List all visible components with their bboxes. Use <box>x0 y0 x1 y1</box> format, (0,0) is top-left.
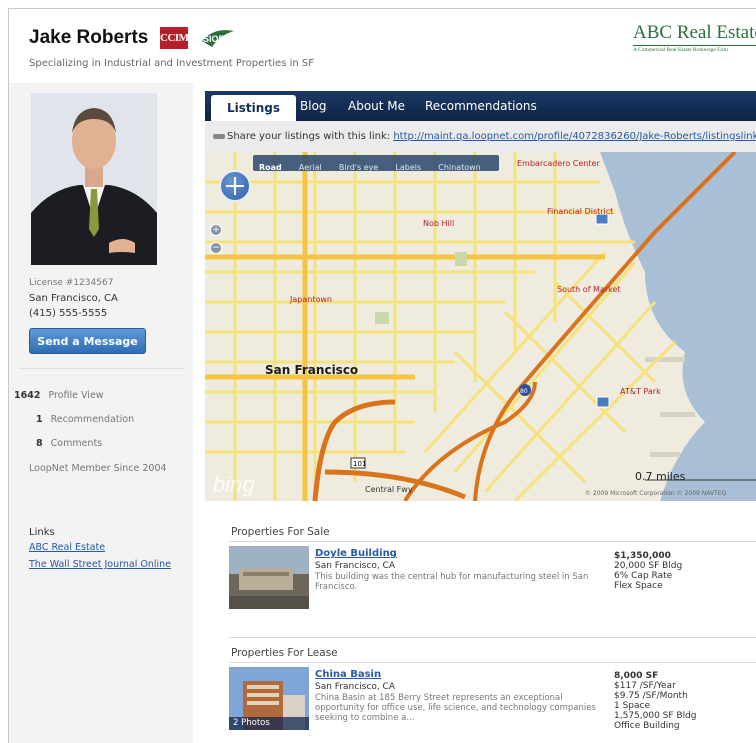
doyle-building-description: This building was the central hub for ma… <box>315 572 589 592</box>
china-basin-facts: 8,000 SF $117 /SF/Year $9.75 /SF/Month 1… <box>614 671 697 731</box>
company-logo[interactable]: ABC Real Estate, Inc. A Commercial Real … <box>633 22 756 53</box>
link-abc-real-estate[interactable]: ABC Real Estate <box>29 542 105 553</box>
tab-recommendations[interactable]: Recommendations <box>425 91 537 121</box>
photos-count-badge: 2 Photos <box>229 717 309 730</box>
comments-count: 8 <box>36 438 43 449</box>
map-copyright: © 2009 Microsoft Corporation © 2009 NAVT… <box>585 490 727 497</box>
china-basin-description: China Basin at 185 Berry Street represen… <box>315 693 596 723</box>
ccim-badge-icon: CCIM <box>160 27 189 49</box>
china-basin-rate-month: $9.75 /SF/Month <box>614 691 688 701</box>
tab-blog[interactable]: Blog <box>300 91 327 121</box>
profile-views-count: 1642 <box>14 390 41 401</box>
map-label-embarcadero: Embarcadero Center <box>517 159 600 168</box>
share-text: Share your listings with this link: <box>227 131 391 142</box>
map-view-toolbar: Road Aerial Bird's eye Labels Chinatown <box>253 155 499 172</box>
china-basin-spaces: 1 Space <box>614 701 651 711</box>
sidebar-divider <box>19 368 184 369</box>
doyle-building-link[interactable]: Doyle Building <box>315 548 397 559</box>
map-label-south-of-market: South of Market <box>557 285 621 294</box>
map-pan-compass-icon[interactable] <box>219 170 251 202</box>
map-mode-road[interactable]: Road <box>259 163 282 172</box>
map-label-central-fwy: Central Fwy <box>365 485 413 494</box>
agent-phone: (415) 555-5555 <box>29 308 108 319</box>
china-basin-bldg-size: 1,575,000 SF Bldg <box>614 711 697 721</box>
svg-text:80: 80 <box>520 388 528 395</box>
for-sale-heading: Properties For Sale <box>231 526 330 538</box>
china-basin-city: San Francisco, CA <box>315 682 395 692</box>
recommendations-stat: 1 Recommendation <box>36 414 134 425</box>
china-basin-type: Office Building <box>614 721 680 731</box>
agent-tagline: Specializing in Industrial and Investmen… <box>29 58 314 69</box>
tab-about-me[interactable]: About Me <box>348 91 405 121</box>
company-logo-subtext: A Commercial Real Estate Brokerage Firm <box>633 45 756 53</box>
doyle-building-city: San Francisco, CA <box>315 561 395 571</box>
link-wall-street-journal[interactable]: The Wall Street Journal Online <box>29 559 171 570</box>
agent-photo <box>31 93 157 265</box>
agent-name: Jake Roberts <box>29 27 149 48</box>
doyle-building-cap-rate: 6% Cap Rate <box>614 571 673 581</box>
profile-page: Jake Roberts CCIM SIOR Specializing in I… <box>8 8 756 743</box>
for-lease-top-divider <box>229 637 756 638</box>
for-sale-divider <box>229 541 756 542</box>
comments-label: Comments <box>50 438 103 449</box>
map-label-japantown: Japantown <box>289 295 332 304</box>
map-canvas[interactable]: 101 80 San Francisco Embarcadero Center … <box>205 152 756 501</box>
share-icon <box>213 133 225 139</box>
doyle-building-size: 20,000 SF Bldg <box>614 561 683 571</box>
china-basin-photo[interactable]: 2 Photos <box>229 667 309 730</box>
map-mode-chinatown[interactable]: Chinatown <box>438 163 481 172</box>
for-lease-divider <box>229 662 756 663</box>
tab-listings[interactable]: Listings <box>211 95 297 121</box>
recommendations-count: 1 <box>36 414 43 425</box>
license-number: License #1234567 <box>29 278 114 288</box>
for-lease-heading: Properties For Lease <box>231 647 338 659</box>
sior-badge-icon: SIOR <box>202 30 234 47</box>
doyle-building-type: Flex Space <box>614 581 663 591</box>
map-mode-birds-eye[interactable]: Bird's eye <box>339 163 378 172</box>
zoom-in-icon[interactable]: + <box>210 224 222 236</box>
map-scale: 0.7 miles <box>635 470 686 483</box>
map-label-nob-hill: Nob Hill <box>423 219 454 228</box>
map-label-san-francisco: San Francisco <box>265 363 358 377</box>
map-mode-labels[interactable]: Labels <box>395 163 421 172</box>
map-label-att-park: AT&T Park <box>620 387 661 396</box>
map-label-financial-district: Financial District <box>547 207 613 216</box>
china-basin-link[interactable]: China Basin <box>315 669 381 680</box>
china-basin-rate-year: $117 /SF/Year <box>614 681 676 691</box>
tab-bar: Listings Blog About Me Recommendations <box>205 91 756 121</box>
profile-views-label: Profile View <box>48 390 104 401</box>
recommendations-label: Recommendation <box>50 414 135 425</box>
share-bar: Share your listings with this link: http… <box>205 121 756 152</box>
svg-text:SIOR: SIOR <box>203 34 226 44</box>
doyle-building-facts: $1,350,000 20,000 SF Bldg 6% Cap Rate Fl… <box>614 551 682 591</box>
member-since: LoopNet Member Since 2004 <box>29 463 167 474</box>
doyle-building-photo[interactable] <box>229 546 309 609</box>
links-heading: Links <box>29 527 55 538</box>
comments-stat: 8 Comments <box>36 438 102 449</box>
svg-text:101: 101 <box>353 460 366 468</box>
map-mode-aerial[interactable]: Aerial <box>299 163 322 172</box>
bing-logo: bing <box>213 472 255 497</box>
share-link[interactable]: http://maint.qa.loopnet.com/profile/4072… <box>393 131 756 142</box>
zoom-out-icon[interactable]: − <box>210 242 222 254</box>
send-message-button[interactable]: Send a Message <box>29 328 146 354</box>
listings-map[interactable]: 101 80 San Francisco Embarcadero Center … <box>205 152 756 501</box>
profile-views-stat: 1642 Profile View <box>14 390 104 401</box>
china-basin-space: 8,000 SF <box>614 671 659 681</box>
company-logo-text: ABC Real Estate, Inc. <box>633 22 756 43</box>
sidebar: License #1234567 San Francisco, CA (415)… <box>9 83 193 743</box>
agent-city: San Francisco, CA <box>29 293 118 304</box>
doyle-building-price: $1,350,000 <box>614 551 671 561</box>
